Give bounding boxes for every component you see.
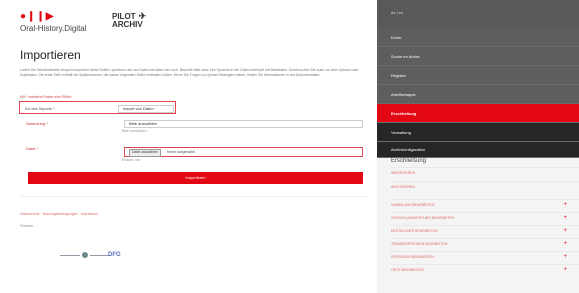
expand-icon[interactable]: + (563, 213, 567, 223)
file-label: Datei * (26, 146, 39, 151)
logo-text[interactable]: Oral-History.Digital (20, 24, 87, 33)
sidebar: de | en Konto Suche im Archiv Register A… (377, 0, 579, 293)
page-description: Laden Sie Tabelleninhalte bequem importi… (20, 68, 359, 77)
file-hint: Erlaubt: csv (122, 158, 141, 162)
sidebar-link-sammlung[interactable]: SAMMLUNG BEARBEITEN + (391, 199, 579, 210)
sidebar-header: de | en (377, 0, 579, 28)
sidebar-link-archivieren[interactable]: ARCHIVIEREN (391, 181, 579, 192)
partner-emblem-icon (82, 252, 88, 258)
collection-hint: Bitte auswählen (122, 129, 147, 133)
partner-logo-left[interactable] (58, 252, 112, 258)
sidebar-section-title: Erschließung (391, 158, 427, 164)
sidebar-item-erschliessung[interactable]: Erschließung (377, 104, 579, 123)
import-type-select[interactable]: Import von Daten (118, 105, 174, 113)
page-title: Importieren (20, 48, 81, 62)
dfg-logo[interactable]: DFG (108, 252, 121, 258)
language-switch[interactable]: de | en (391, 10, 403, 15)
expand-icon[interactable]: + (563, 252, 567, 262)
sidebar-item-arbeitsmappe[interactable]: Arbeitsmappe (377, 85, 579, 104)
main-content: ●❙❙▶ Oral-History.Digital PILOT ✈ ARCHIV … (0, 0, 368, 293)
expand-icon[interactable]: + (563, 200, 567, 210)
archive-label: ARCHIV (112, 20, 143, 29)
sidebar-link-label: SAMMLUNG BEARBEITEN (391, 203, 435, 207)
sidebar-link-transkriptionen[interactable]: TRANSKRIPTIONEN BEARBEITEN + (391, 238, 579, 249)
sidebar-item-archivkonfiguration[interactable]: Archivkonfiguration (377, 142, 579, 158)
collection-select[interactable]: Bitte auswählen (124, 120, 363, 128)
sidebar-link-label: TRANSKRIPTIONEN BEARBEITEN (391, 242, 448, 246)
import-type-label: Art des Imports * (25, 106, 55, 111)
sidebar-link-importieren[interactable]: IMPORTIEREN (391, 167, 579, 178)
logo-icon[interactable]: ●❙❙▶ (20, 11, 55, 22)
expand-icon[interactable]: + (563, 226, 567, 236)
sidebar-link-orte[interactable]: ORTE BEARBEITEN + (391, 264, 579, 275)
sidebar-link-label: VERSCHLAGWORTUNG BEARBEITEN (391, 216, 455, 220)
sidebar-link-label: ARCHIVIEREN (391, 185, 415, 189)
import-button[interactable]: Importieren (28, 172, 363, 184)
sidebar-link-label: IMPORTIEREN (391, 171, 416, 175)
required-note: Mit * markierte Felder sind Pflicht (20, 95, 72, 99)
sidebar-link-digitalisate[interactable]: DIGITALISATE BEARBEITEN + (391, 225, 579, 236)
file-select-button[interactable]: Datei auswählen (129, 149, 161, 157)
sidebar-item-konto[interactable]: Konto (377, 28, 579, 47)
collection-label: Sammlung * (26, 121, 48, 126)
sidebar-link-label: DIGITALISATE BEARBEITEN (391, 229, 438, 233)
sidebar-link-verschlagwortung[interactable]: VERSCHLAGWORTUNG BEARBEITEN + (391, 212, 579, 223)
pilot-archive-logo[interactable]: PILOT ✈ ARCHIV (112, 12, 146, 29)
partner-line (90, 254, 110, 256)
partner-label: Förderer (20, 224, 34, 228)
sidebar-item-verwaltung[interactable]: Verwaltung (377, 123, 579, 142)
sidebar-item-register[interactable]: Register (377, 66, 579, 85)
expand-icon[interactable]: + (563, 265, 567, 275)
expand-icon[interactable]: + (563, 239, 567, 249)
footer-links[interactable]: Datenschutz · Nutzungsbedingungen · Impr… (20, 212, 98, 216)
footer-divider (20, 196, 368, 197)
sidebar-link-label: ORTE BEARBEITEN (391, 268, 424, 272)
file-none-text: Keine ausgewählt (167, 150, 195, 154)
sidebar-item-suche[interactable]: Suche im Archiv (377, 47, 579, 66)
app-frame: ●❙❙▶ Oral-History.Digital PILOT ✈ ARCHIV … (0, 0, 579, 293)
sidebar-link-personen[interactable]: PERSONEN BEARBEITEN + (391, 251, 579, 262)
partner-line (60, 254, 80, 256)
sidebar-link-label: PERSONEN BEARBEITEN (391, 255, 434, 259)
